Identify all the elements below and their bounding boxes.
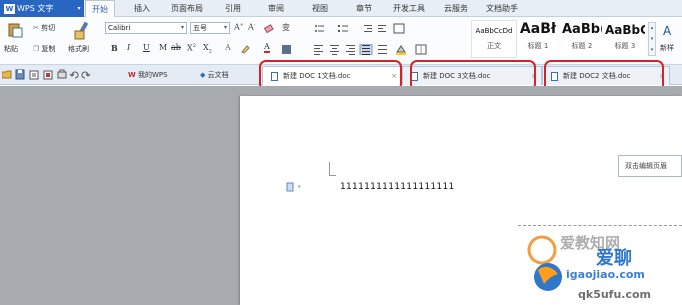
tab-doc-assistant[interactable]: 文档助手 [481, 0, 523, 17]
paste-label: 粘贴 [4, 45, 18, 53]
tab-home[interactable]: 开始 [85, 0, 115, 17]
superscript-button[interactable]: X2 [187, 43, 196, 53]
document-body-text[interactable]: 1111111111111111111 [340, 182, 455, 192]
app-name: WPS 文字 [17, 4, 54, 13]
alignment-buttons [314, 43, 442, 56]
style-normal[interactable]: AaBbCcDd 正文 [471, 20, 517, 58]
cut-label: 剪切 [41, 24, 56, 32]
my-wps-label: 我的WPS [137, 71, 168, 79]
watermark-site-bottom: qk5ufu.com [578, 288, 652, 301]
watermark-brand-right: 爱聊 [596, 248, 632, 269]
subscript-button[interactable]: X2 [203, 43, 212, 55]
style-sample: AaBbC [605, 23, 645, 37]
new-style-icon: A [663, 24, 672, 38]
char-shading-button[interactable] [282, 45, 291, 54]
brush-icon [74, 21, 89, 40]
text-effect-button[interactable]: A [225, 43, 231, 52]
doc-paragraph-icon [286, 182, 294, 192]
tab-page-layout[interactable]: 页面布局 [166, 0, 208, 17]
tab-review[interactable]: 审阅 [262, 0, 290, 17]
chevron-down-icon: ▾ [180, 24, 184, 31]
list-buttons [314, 23, 414, 34]
app-menu-button[interactable]: W WPS 文字 [0, 0, 74, 17]
new-style-label: 新样 [660, 44, 674, 52]
style-name: 标题 3 [614, 42, 636, 50]
cube-icon: ◆ [200, 71, 206, 79]
tab-developer[interactable]: 开发工具 [388, 0, 430, 17]
format-painter-button[interactable] [73, 21, 91, 41]
highlighter-icon [241, 45, 250, 54]
tab-references[interactable]: 引用 [219, 0, 247, 17]
paragraph-handle[interactable] [286, 182, 294, 192]
shrink-font-button[interactable]: A- [248, 22, 255, 32]
font-name-value: Calibri [108, 24, 131, 32]
eraser-icon [263, 24, 274, 34]
app-menu-dropdown-icon[interactable]: ▾ [74, 0, 84, 17]
strikethrough-button[interactable]: M [159, 43, 167, 52]
font-size-value: 五号 [193, 24, 207, 32]
header-guide-line [518, 225, 682, 226]
underline-button[interactable]: U [143, 43, 150, 52]
header-edit-tooltip: 双击编辑页眉 [618, 155, 682, 177]
style-name: 标题 2 [571, 42, 593, 50]
margin-corner-mark [329, 162, 336, 176]
svg-text:A: A [663, 24, 672, 38]
style-heading-1[interactable]: AaBł 标题 1 [517, 20, 559, 58]
scissors-icon: ✂ [33, 24, 39, 32]
chevron-down-icon: ▾ [223, 24, 227, 31]
paragraph-menu-icon[interactable]: ▾ [298, 184, 301, 190]
font-size-select[interactable]: 五号 ▾ [190, 22, 230, 34]
my-wps-tab[interactable]: W 我的WPS [128, 70, 168, 80]
highlight-button[interactable] [240, 44, 250, 54]
paste-icon [8, 23, 23, 38]
style-heading-3[interactable]: AaBbC 标题 3 [604, 20, 646, 58]
style-gallery-scroll[interactable]: ▴ ▾ ▾ [648, 22, 656, 56]
phonetic-button[interactable]: 变 [282, 22, 290, 33]
align-icons [314, 43, 427, 56]
italic-button[interactable]: I [127, 43, 130, 52]
tab-view[interactable]: 视图 [306, 0, 334, 17]
format-painter-label: 格式刷 [68, 45, 89, 53]
quick-access-icons [1, 69, 91, 80]
style-sample: AaBł [519, 21, 557, 37]
style-sample: AaBbCcDd [475, 27, 513, 35]
copy-label: 复制 [41, 45, 56, 53]
cloud-doc-label: 云文档 [207, 71, 229, 79]
font-name-select[interactable]: Calibri ▾ [105, 22, 187, 34]
paste-button[interactable] [7, 22, 23, 38]
cut-button[interactable]: ✂ 剪切 [33, 23, 55, 33]
style-sample: AaBb( [562, 22, 602, 37]
style-name: 正文 [487, 42, 501, 50]
style-heading-2[interactable]: AaBb( 标题 2 [561, 20, 603, 58]
tab-cloud-service[interactable]: 云服务 [440, 0, 472, 17]
strike-ab-button[interactable]: ab [171, 43, 181, 52]
quick-access-toolbar [1, 69, 98, 80]
cloud-doc-tab[interactable]: ◆ 云文档 [200, 70, 229, 80]
copy-button[interactable]: ❐ 复制 [33, 44, 56, 54]
copy-icon: ❐ [33, 45, 40, 53]
grow-font-button[interactable]: A+ [234, 22, 244, 32]
wps-logo-icon: W [4, 3, 15, 14]
style-name: 标题 1 [527, 42, 549, 50]
bold-button[interactable]: B [111, 43, 118, 53]
tab-insert[interactable]: 插入 [127, 0, 157, 17]
list-icons [315, 23, 405, 34]
watermark-site: igaojiao.com [566, 268, 645, 281]
font-color-button[interactable]: A [264, 42, 270, 53]
clear-format-button[interactable] [263, 23, 274, 34]
tab-section[interactable]: 章节 [350, 0, 378, 17]
new-style-button[interactable]: A [662, 22, 678, 38]
wps-w-icon: W [128, 71, 136, 79]
